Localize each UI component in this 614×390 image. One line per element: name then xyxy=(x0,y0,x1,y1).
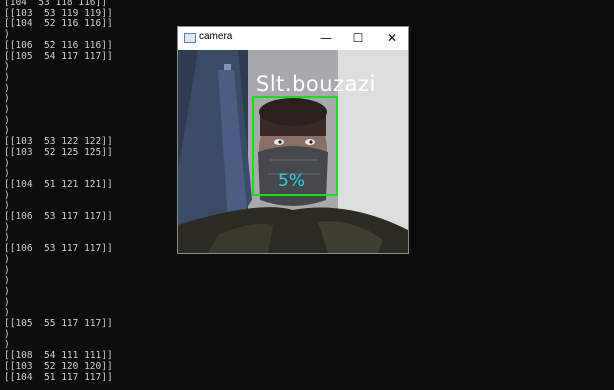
console-line: ) xyxy=(4,114,10,126)
person-name-label: Slt.bouzazi xyxy=(256,72,376,96)
camera-feed: Slt.bouzazi 5% xyxy=(178,50,408,253)
console-line: ) xyxy=(4,328,10,340)
close-button[interactable]: ✕ xyxy=(376,27,408,49)
console-line: [[103 53 119 119]] xyxy=(4,7,113,19)
console-line: ) xyxy=(4,285,10,297)
console-line: ) xyxy=(4,125,10,137)
app-window-icon xyxy=(184,33,196,43)
console-line: [[108 54 111 111]] xyxy=(4,350,113,362)
console-line: ) xyxy=(4,339,10,351)
console-line: ) xyxy=(4,29,10,41)
console-line: ) xyxy=(4,189,10,201)
console-line: ) xyxy=(4,104,10,115)
console-line: [[103 53 122 122]] xyxy=(4,136,113,148)
console-line: ) xyxy=(4,93,10,105)
console-line: ) xyxy=(4,221,10,233)
console-line: [[104 51 117 117]] xyxy=(4,371,113,383)
console-line: [[106 53 117 117]] xyxy=(4,243,113,255)
camera-window[interactable]: camera — ☐ ✕ Slt.bouzazi 5% xyxy=(177,26,409,254)
maximize-button[interactable]: ☐ xyxy=(342,27,374,49)
title-bar[interactable]: camera — ☐ ✕ xyxy=(178,27,408,49)
console-line: [[103 52 125 125]] xyxy=(4,146,113,158)
console-line: ) xyxy=(4,232,10,244)
console-line: ) xyxy=(4,82,10,94)
console-line: [[105 54 117 117]] xyxy=(4,50,113,62)
confidence-label: 5% xyxy=(278,171,305,191)
console-line: [104 53 118 116]] xyxy=(4,0,107,8)
console-line: [[104 51 121 121]] xyxy=(4,178,113,190)
console-line: [[106 52 116 116]] xyxy=(4,39,113,51)
console-line: ) xyxy=(4,168,10,180)
console-line: ) xyxy=(4,264,10,276)
console-line: ) xyxy=(4,61,10,73)
console-line: ) xyxy=(4,71,10,83)
console-line: ) xyxy=(4,157,10,169)
console-line: [[104 52 116 116]] xyxy=(4,18,113,30)
console-line: ) xyxy=(4,275,10,287)
minimize-button[interactable]: — xyxy=(310,27,342,49)
console-line: ) xyxy=(4,200,10,212)
window-title: camera xyxy=(199,31,233,42)
console-line: [[105 55 117 117]] xyxy=(4,318,113,329)
console-line: [[106 53 117 117]] xyxy=(4,211,113,222)
console-line: ) xyxy=(4,253,10,265)
console-line: ) xyxy=(4,307,10,319)
console-line: ) xyxy=(4,296,10,308)
console-line: [[103 52 120 120]] xyxy=(4,360,113,372)
